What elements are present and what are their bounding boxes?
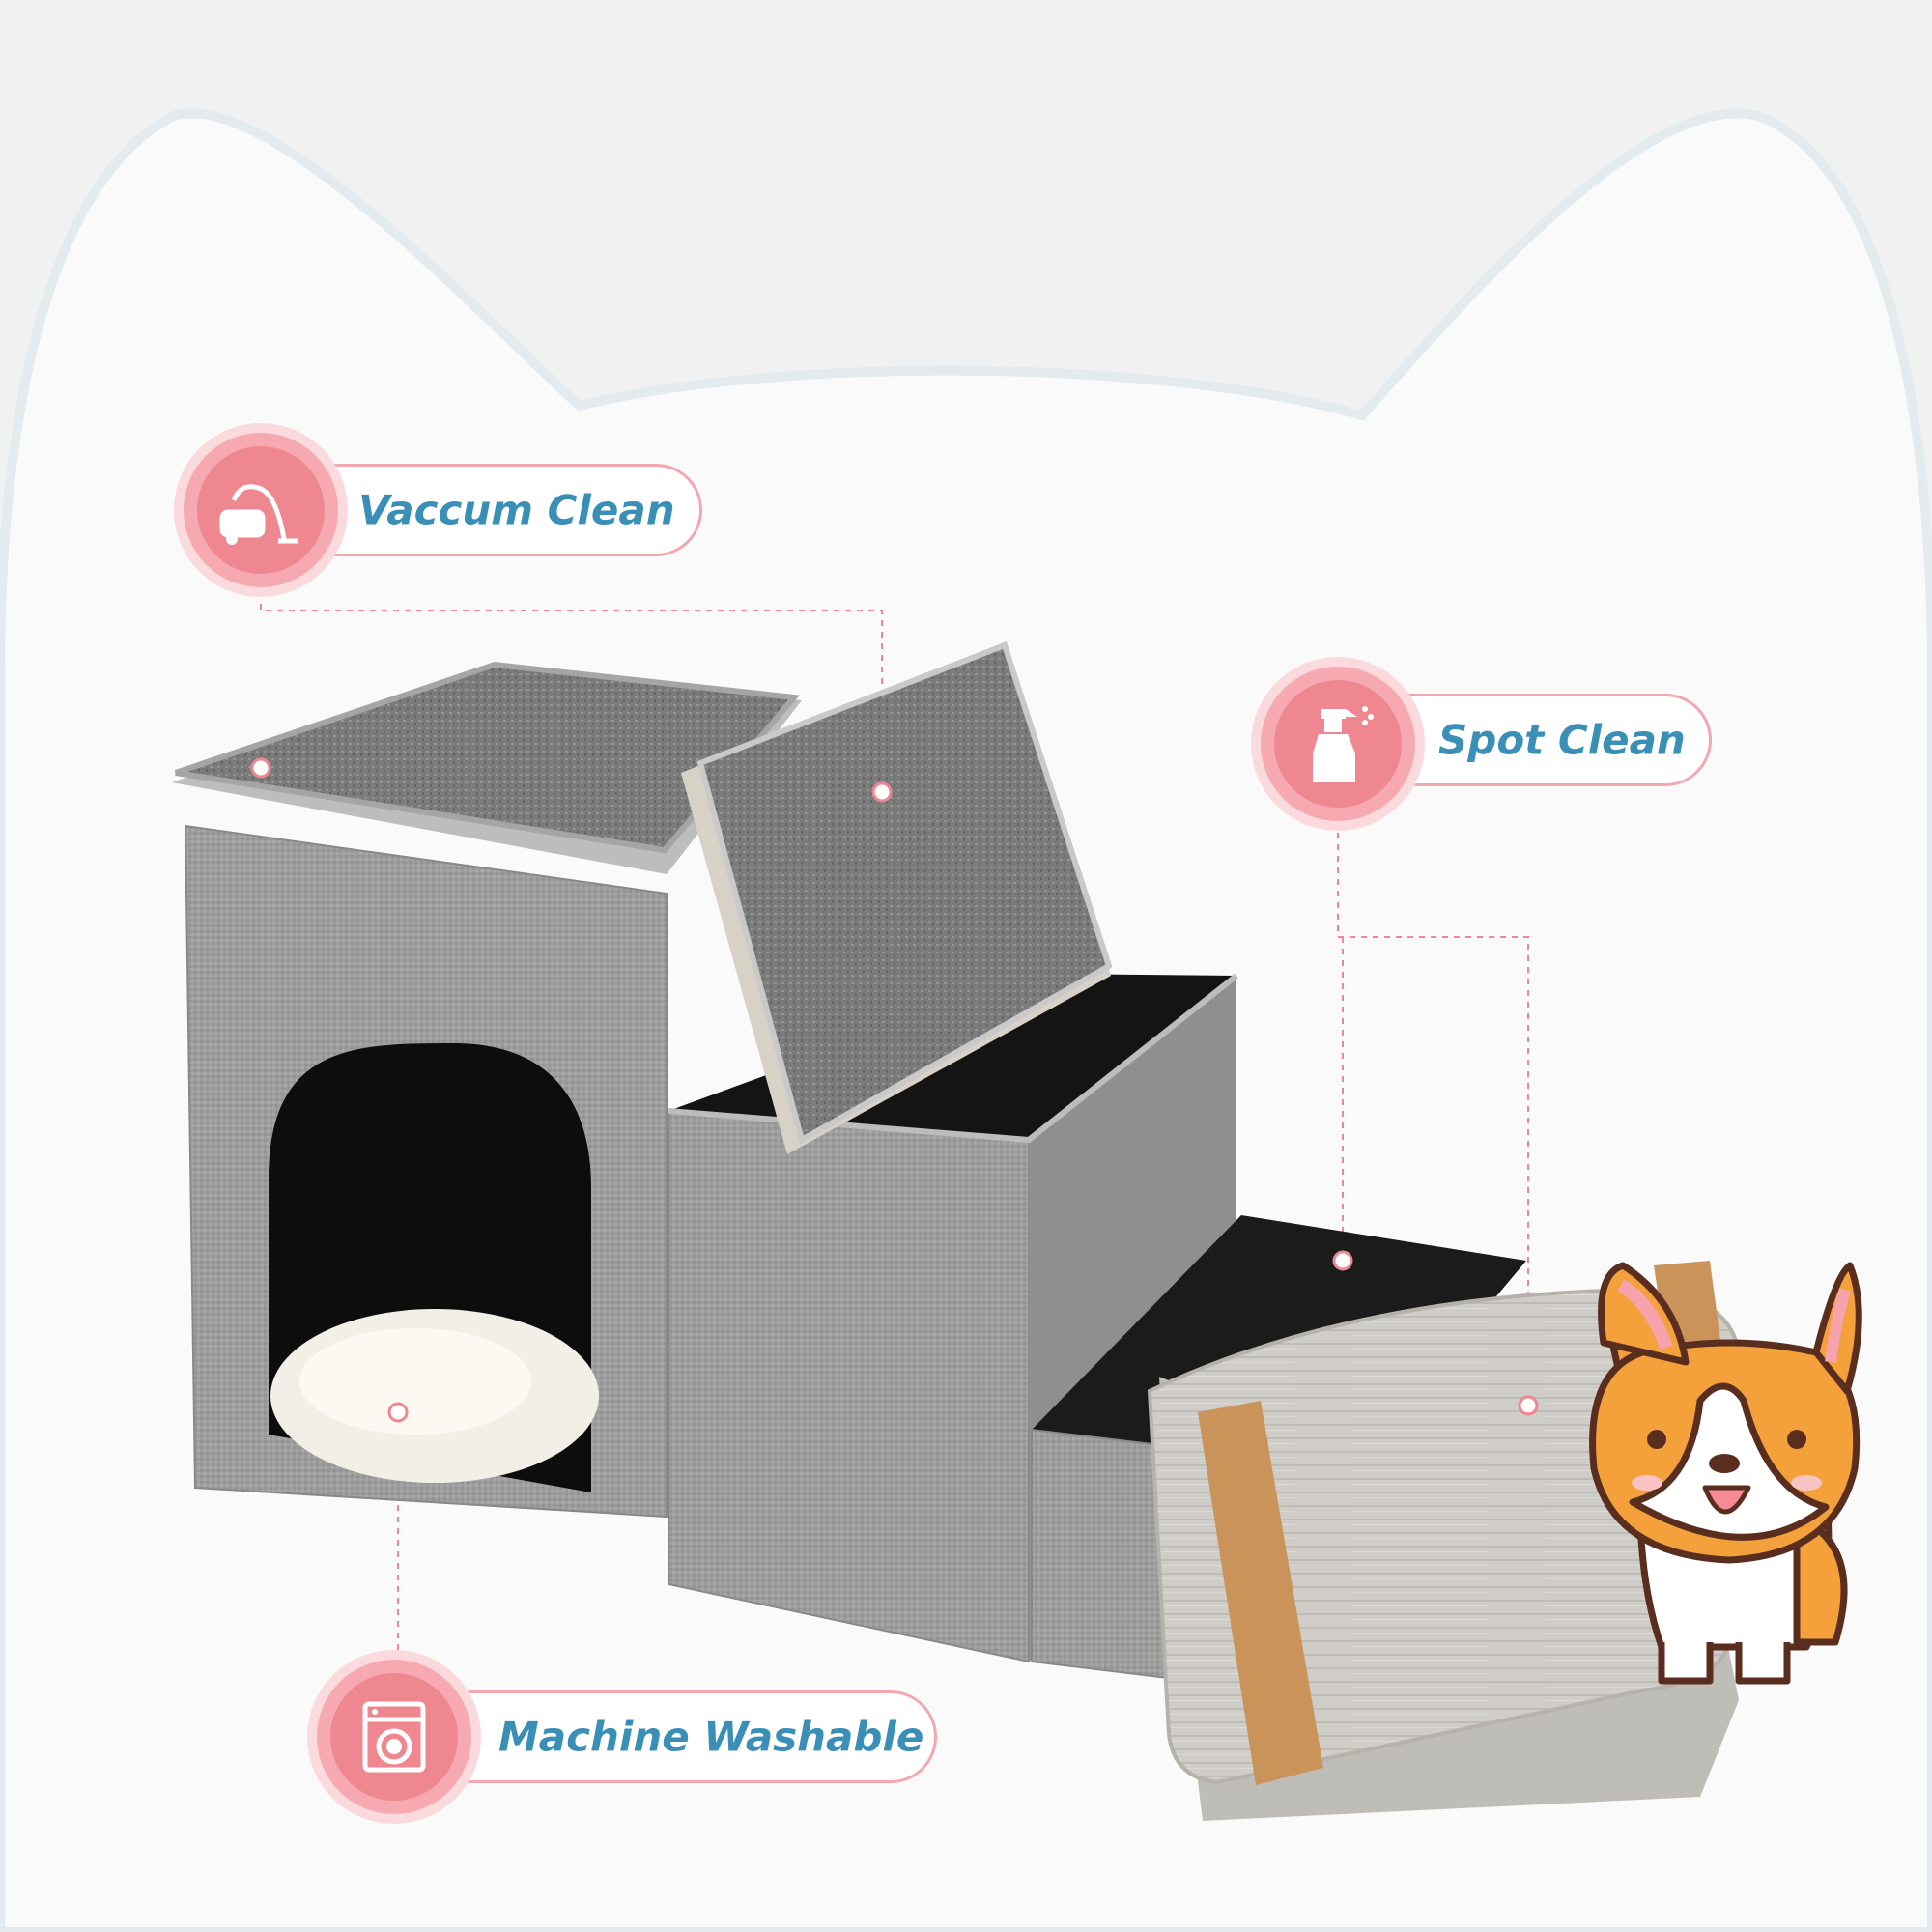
vacuum-cleaner-icon [219, 484, 298, 545]
vacuum-clean-label: Vaccum Clean [358, 486, 675, 534]
machine-washable-badge [317, 1660, 471, 1814]
product-scene [0, 108, 1932, 1932]
vacuum-clean-badge [184, 433, 338, 587]
spot-clean-label: Spot Clean [1438, 716, 1686, 764]
machine-washable-label: Machine Washable [498, 1713, 924, 1761]
spot-clean-badge [1261, 667, 1415, 821]
washing-machine-icon [362, 1701, 426, 1773]
spray-bottle-icon [1313, 706, 1374, 782]
